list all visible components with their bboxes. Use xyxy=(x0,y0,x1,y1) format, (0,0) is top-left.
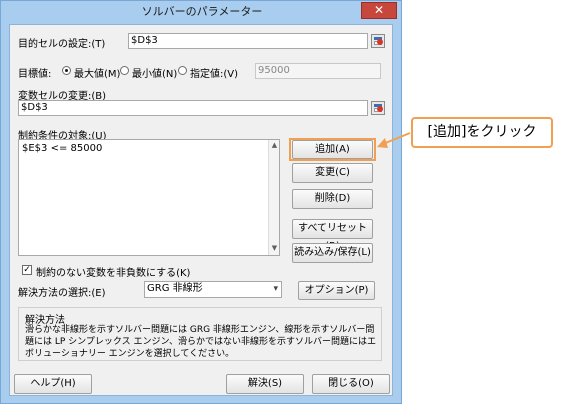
reset-all-button[interactable]: すべてリセット(R) xyxy=(292,219,373,252)
options-button[interactable]: オプション(P) xyxy=(298,281,375,300)
objective-label: 目的セルの設定:(T) xyxy=(18,39,106,50)
method-select[interactable]: GRG 非線形 ▾ xyxy=(144,281,282,298)
target-label: 目標値: xyxy=(18,69,52,80)
dialog-title: ソルバーのパラメーター xyxy=(141,5,263,18)
checkmark-icon: ✓ xyxy=(23,265,31,275)
chevron-down-icon: ▾ xyxy=(273,284,278,294)
variables-range-button[interactable] xyxy=(371,101,385,115)
variable-cells-input[interactable]: $D$3 xyxy=(18,100,368,116)
add-button[interactable]: 追加(A) xyxy=(292,140,373,159)
target-value-input[interactable]: 95000 xyxy=(255,63,381,79)
radio-min-label: 最小値(N) xyxy=(132,69,178,80)
radio-min[interactable] xyxy=(120,66,129,75)
objective-range-button[interactable] xyxy=(371,34,385,48)
title-bar: ソルバーのパラメーター ✕ xyxy=(1,1,403,23)
method-group: 解決方法 滑らかな非線形を示すソルバー問題には GRG 非線形エンジン、線形を示… xyxy=(18,307,382,361)
constraint-scrollbar[interactable]: ▲ ▼ xyxy=(268,140,279,255)
method-label: 解決方法の選択:(E) xyxy=(18,288,106,299)
close-button[interactable]: 閉じる(O) xyxy=(312,374,390,394)
scroll-up-icon[interactable]: ▲ xyxy=(269,141,280,149)
dialog-body: 目的セルの設定:(T) $D$3 目標値: 最大値(M) 最小値(N) 指定値:… xyxy=(9,24,393,396)
radio-value-of[interactable] xyxy=(178,66,187,75)
delete-button[interactable]: 削除(D) xyxy=(292,189,373,209)
help-button[interactable]: ヘルプ(H) xyxy=(14,374,92,394)
method-select-value: GRG 非線形 xyxy=(147,283,203,294)
radio-max[interactable] xyxy=(62,66,71,75)
solve-button[interactable]: 解決(S) xyxy=(226,374,304,394)
method-description: 滑らかな非線形を示すソルバー問題には GRG 非線形エンジン、線形を示すソルバー… xyxy=(25,325,376,359)
nonnegative-label: 制約のない変数を非負数にする(K) xyxy=(36,268,191,279)
arrow-left-icon xyxy=(377,132,411,148)
window-close-button[interactable]: ✕ xyxy=(361,2,397,19)
constraint-list[interactable]: $E$3 <= 85000 ▲ ▼ xyxy=(18,139,280,256)
change-button[interactable]: 変更(C) xyxy=(292,163,373,183)
objective-cell-input[interactable]: $D$3 xyxy=(128,33,368,49)
solver-dialog: ソルバーのパラメーター ✕ 目的セルの設定:(T) $D$3 目標値: 最大値(… xyxy=(0,0,402,404)
radio-max-label: 最大値(M) xyxy=(74,69,121,80)
nonnegative-checkbox[interactable]: ✓ xyxy=(22,265,32,275)
radio-value-of-label: 指定値:(V) xyxy=(190,69,239,80)
scroll-down-icon[interactable]: ▼ xyxy=(269,244,280,252)
load-save-button[interactable]: 読み込み/保存(L) xyxy=(292,243,373,263)
constraint-item[interactable]: $E$3 <= 85000 xyxy=(22,143,102,154)
annotation-callout: [追加]をクリック xyxy=(411,117,553,148)
